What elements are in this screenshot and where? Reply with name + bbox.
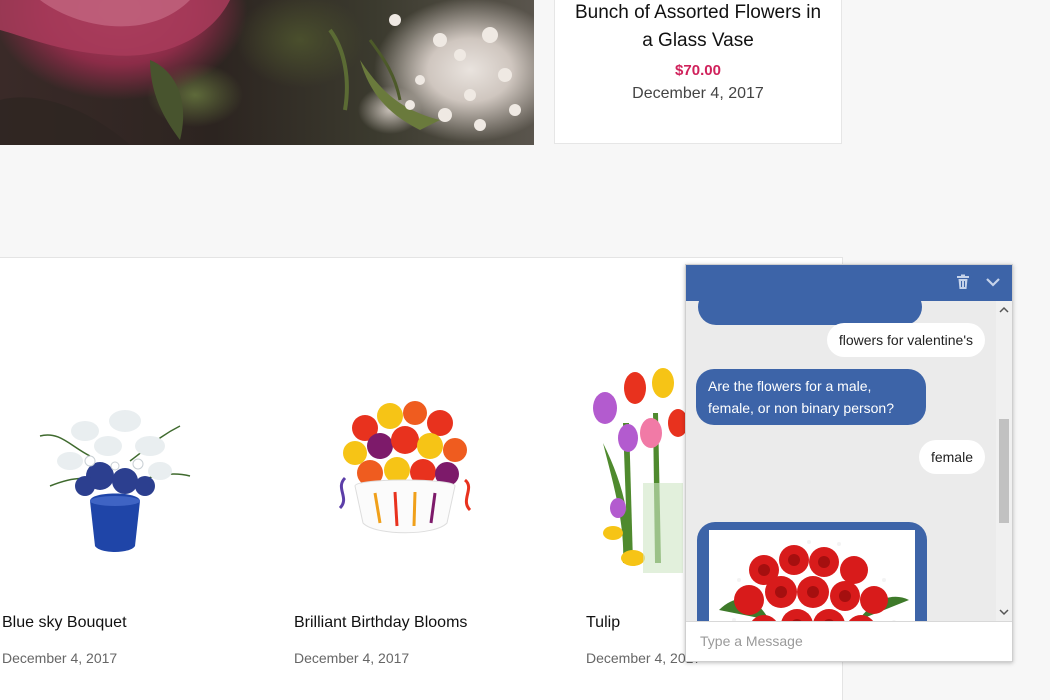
product-image-tulip[interactable] <box>583 363 693 583</box>
roses-image <box>709 530 915 621</box>
featured-product-price: $70.00 <box>675 62 721 79</box>
chat-message-bot: Are the flowers for a male, female, or n… <box>696 369 926 425</box>
chat-message-image[interactable] <box>697 522 927 621</box>
scroll-down-icon[interactable] <box>999 607 1009 617</box>
chat-message-user: female <box>918 440 985 474</box>
message-input[interactable] <box>698 632 992 650</box>
chat-message-bot-partial <box>698 301 922 325</box>
chat-messages[interactable]: flowers for valentine's Are the flowers … <box>686 301 1012 621</box>
product-name[interactable]: Brilliant Birthday Blooms <box>294 614 514 632</box>
featured-product-date: December 4, 2017 <box>632 85 764 102</box>
featured-product-title[interactable]: Bunch of Assorted Flowers in a Glass Vas… <box>568 0 828 55</box>
chat-header <box>686 265 1012 301</box>
chevron-down-icon[interactable] <box>984 273 1002 291</box>
product-date: December 4, 2017 <box>294 650 410 666</box>
page: Bunch of Assorted Flowers in a Glass Vas… <box>0 0 1050 700</box>
scroll-thumb[interactable] <box>999 419 1009 523</box>
featured-product-image[interactable] <box>0 0 534 145</box>
product-date: December 4, 2017 <box>2 650 118 666</box>
chat-scrollbar[interactable] <box>996 301 1012 621</box>
chat-widget: flowers for valentine's Are the flowers … <box>685 264 1013 662</box>
trash-icon[interactable] <box>954 273 972 291</box>
chat-input-bar <box>686 621 1012 661</box>
product-image-brilliant-birthday-blooms[interactable] <box>325 388 485 538</box>
scroll-up-icon[interactable] <box>999 305 1009 315</box>
chat-message-user: flowers for valentine's <box>826 323 985 357</box>
featured-product-card[interactable]: Bunch of Assorted Flowers in a Glass Vas… <box>554 0 842 144</box>
product-name[interactable]: Blue sky Bouquet <box>2 614 222 632</box>
product-image-blue-sky-bouquet[interactable] <box>30 376 195 556</box>
